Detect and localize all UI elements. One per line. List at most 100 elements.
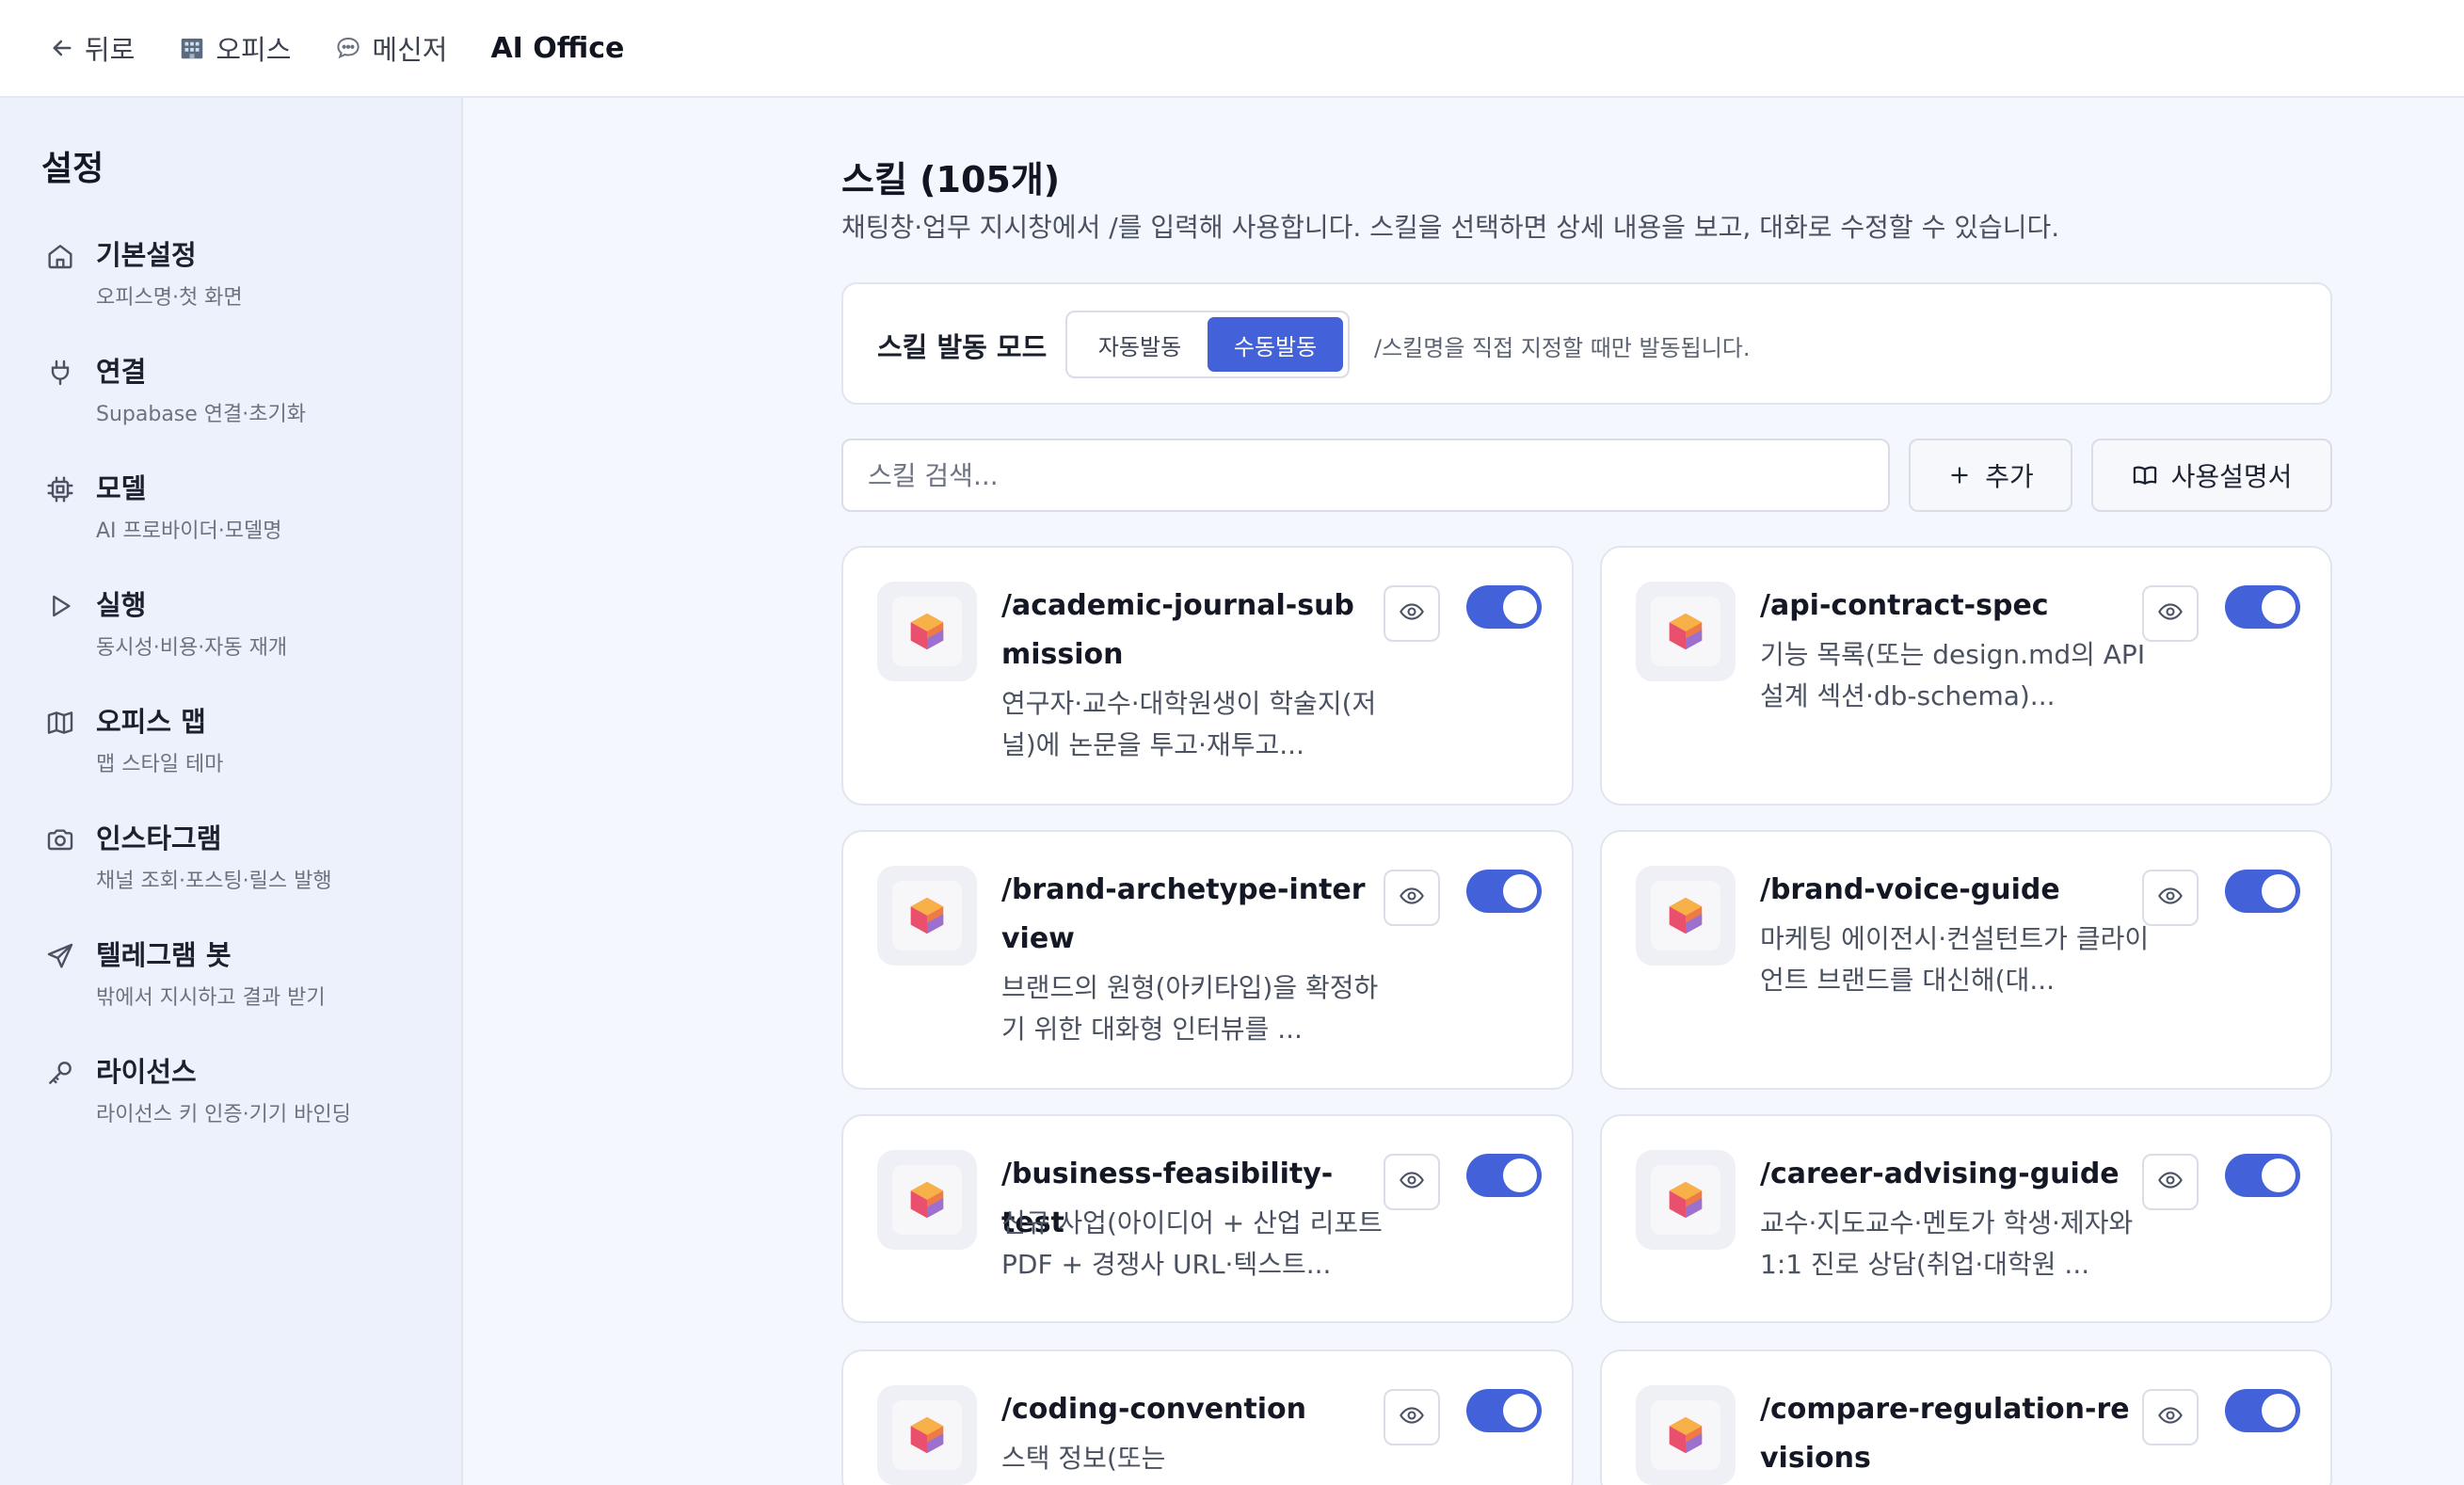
- skill-card[interactable]: /career-advising-guide 교수·지도교수·멘토가 학생·제자…: [1600, 1114, 2332, 1323]
- main-content: 스킬 (105개) 채팅창·업무 지시창에서 /를 입력해 사용합니다. 스킬을…: [465, 98, 2464, 1485]
- skill-cube-icon: [1636, 1385, 1736, 1485]
- messenger-label: 메신저: [372, 34, 448, 66]
- preview-skill-button[interactable]: [2142, 1154, 2199, 1210]
- eye-icon: [1399, 1167, 1425, 1197]
- preview-skill-button[interactable]: [1384, 1154, 1440, 1210]
- back-label: 뒤로: [85, 34, 136, 66]
- skill-description: 신규 사업(아이디어 + 산업 리포트 PDF + 경쟁사 URL·텍스트...: [1001, 1207, 1383, 1280]
- arrow-left-icon: [49, 35, 75, 61]
- sidebar-item-sub: 라이선스 키 인증·기기 바인딩: [96, 1103, 351, 1126]
- skill-cube-icon: [877, 1150, 977, 1250]
- skill-enabled-toggle[interactable]: [1466, 870, 1542, 913]
- app-brand: AI Office: [490, 31, 625, 65]
- sidebar-item-sub: 맵 스타일 테마: [96, 753, 224, 776]
- user-manual-button[interactable]: 사용설명서: [2091, 439, 2332, 512]
- skill-enabled-toggle[interactable]: [2225, 1389, 2300, 1432]
- sidebar-item-license[interactable]: 라이선스 라이선스 키 인증·기기 바인딩: [41, 1046, 437, 1141]
- add-skill-label: 추가: [1985, 461, 2034, 492]
- toggle-knob: [1503, 874, 1537, 908]
- camera-icon: [41, 821, 79, 858]
- sidebar-item-instagram[interactable]: 인스타그램 채널 조회·포스팅·릴스 발행: [41, 813, 437, 907]
- page-title: 스킬 (105개): [841, 159, 1061, 200]
- preview-skill-button[interactable]: [2142, 585, 2199, 642]
- preview-skill-button[interactable]: [2142, 1389, 2199, 1445]
- skill-cube-icon: [1636, 1150, 1736, 1250]
- office-link[interactable]: 오피스: [178, 28, 291, 68]
- mode-manual-button[interactable]: 수동발동: [1208, 317, 1343, 372]
- skill-description: 스택 정보(또는: [1001, 1443, 1166, 1474]
- sidebar-item-basic[interactable]: 기본설정 오피스명·첫 화면: [41, 230, 437, 324]
- skill-mode-hint: /스킬명을 직접 지정할 때만 발동됩니다.: [1374, 335, 1751, 361]
- skill-enabled-toggle[interactable]: [2225, 585, 2300, 629]
- preview-skill-button[interactable]: [1384, 1389, 1440, 1445]
- sidebar-item-sub: 오피스명·첫 화면: [96, 286, 243, 310]
- skill-description: 연구자·교수·대학원생이 학술지(저널)에 논문을 투고·재투고...: [1001, 688, 1377, 760]
- skill-card[interactable]: /academic-journal-submission 연구자·교수·대학원생…: [841, 546, 1574, 806]
- skill-card[interactable]: /api-contract-spec 기능 목록(또는 design.md의 A…: [1600, 546, 2332, 806]
- messenger-link[interactable]: 메신저: [334, 28, 447, 68]
- eye-icon: [2157, 1167, 2184, 1197]
- skill-enabled-toggle[interactable]: [1466, 585, 1542, 629]
- skill-cube-icon: [1636, 866, 1736, 966]
- home-icon: [41, 237, 79, 275]
- toggle-knob: [2262, 1158, 2296, 1192]
- sidebar-item-telegram[interactable]: 텔레그램 봇 밖에서 지시하고 결과 받기: [41, 930, 437, 1024]
- skill-search-input[interactable]: [841, 439, 1890, 512]
- skill-mode-panel: 스킬 발동 모드 자동발동 수동발동 /스킬명을 직접 지정할 때만 발동됩니다…: [841, 282, 2332, 405]
- skill-name: /career-advising-guide: [1760, 1158, 2120, 1190]
- skill-enabled-toggle[interactable]: [1466, 1389, 1542, 1432]
- preview-skill-button[interactable]: [1384, 585, 1440, 642]
- page-description: 채팅창·업무 지시창에서 /를 입력해 사용합니다. 스킬을 선택하면 상세 내…: [841, 212, 2060, 243]
- sidebar-item-model[interactable]: 모델 AI 프로바이더·모델명: [41, 463, 437, 557]
- office-label: 오피스: [216, 34, 292, 66]
- preview-skill-button[interactable]: [1384, 870, 1440, 926]
- toggle-knob: [1503, 590, 1537, 624]
- eye-icon: [2157, 883, 2184, 913]
- skill-cube-icon: [877, 1385, 977, 1485]
- sidebar-item-label: 인스타그램: [96, 822, 222, 854]
- plus-icon: [1947, 463, 1972, 487]
- add-skill-button[interactable]: 추가: [1909, 439, 2072, 512]
- user-manual-label: 사용설명서: [2170, 461, 2293, 492]
- sidebar-item-label: 연결: [96, 356, 147, 388]
- toggle-knob: [2262, 874, 2296, 908]
- toggle-knob: [2262, 1394, 2296, 1428]
- key-icon: [41, 1054, 79, 1092]
- skill-card[interactable]: /business-feasibility-test 신규 사업(아이디어 + …: [841, 1114, 1574, 1323]
- sidebar-title: 설정: [41, 150, 104, 188]
- skill-cube-icon: [877, 866, 977, 966]
- skill-mode-label: 스킬 발동 모드: [877, 331, 1048, 363]
- eye-icon: [1399, 1402, 1425, 1432]
- skill-card[interactable]: /compare-regulation-revisions: [1600, 1349, 2332, 1485]
- toggle-knob: [1503, 1158, 1537, 1192]
- skill-card[interactable]: /brand-archetype-interview 브랜드의 원형(아키타입)…: [841, 830, 1574, 1090]
- settings-sidebar: 설정 기본설정 오피스명·첫 화면 연결 Supabase 연결·초기화 모델 …: [0, 98, 463, 1485]
- sidebar-item-connection[interactable]: 연결 Supabase 연결·초기화: [41, 346, 437, 440]
- back-button[interactable]: 뒤로: [49, 28, 135, 68]
- sidebar-item-sub: 채널 조회·포스팅·릴스 발행: [96, 870, 332, 893]
- skill-enabled-toggle[interactable]: [1466, 1154, 1542, 1197]
- skill-card[interactable]: /coding-convention 스택 정보(또는: [841, 1349, 1574, 1485]
- sidebar-item-label: 실행: [96, 589, 147, 621]
- skill-name: /api-contract-spec: [1760, 589, 2049, 622]
- sidebar-item-label: 라이선스: [96, 1056, 197, 1088]
- sidebar-item-label: 텔레그램 봇: [96, 939, 232, 971]
- sidebar-item-sub: AI 프로바이더·모델명: [96, 519, 282, 543]
- skill-name: /academic-journal-submission: [1001, 589, 1354, 671]
- sidebar-item-sub: 동시성·비용·자동 재개: [96, 636, 288, 660]
- sidebar-item-label: 기본설정: [96, 239, 197, 271]
- map-icon: [41, 704, 79, 742]
- sidebar-item-office-map[interactable]: 오피스 맵 맵 스타일 테마: [41, 696, 437, 790]
- preview-skill-button[interactable]: [2142, 870, 2199, 926]
- sidebar-item-run[interactable]: 실행 동시성·비용·자동 재개: [41, 580, 437, 674]
- skill-name: /brand-voice-guide: [1760, 873, 2060, 906]
- sidebar-item-sub: 밖에서 지시하고 결과 받기: [96, 986, 326, 1010]
- skill-cube-icon: [1636, 582, 1736, 681]
- skill-enabled-toggle[interactable]: [2225, 1154, 2300, 1197]
- skill-description: 마케팅 에이전시·컨설턴트가 클라이언트 브랜드를 대신해(대...: [1760, 923, 2150, 996]
- mode-auto-button[interactable]: 자동발동: [1072, 317, 1208, 372]
- eye-icon: [1399, 883, 1425, 913]
- skill-card[interactable]: /brand-voice-guide 마케팅 에이전시·컨설턴트가 클라이언트 …: [1600, 830, 2332, 1090]
- speech-bubble-icon: [334, 34, 362, 62]
- skill-enabled-toggle[interactable]: [2225, 870, 2300, 913]
